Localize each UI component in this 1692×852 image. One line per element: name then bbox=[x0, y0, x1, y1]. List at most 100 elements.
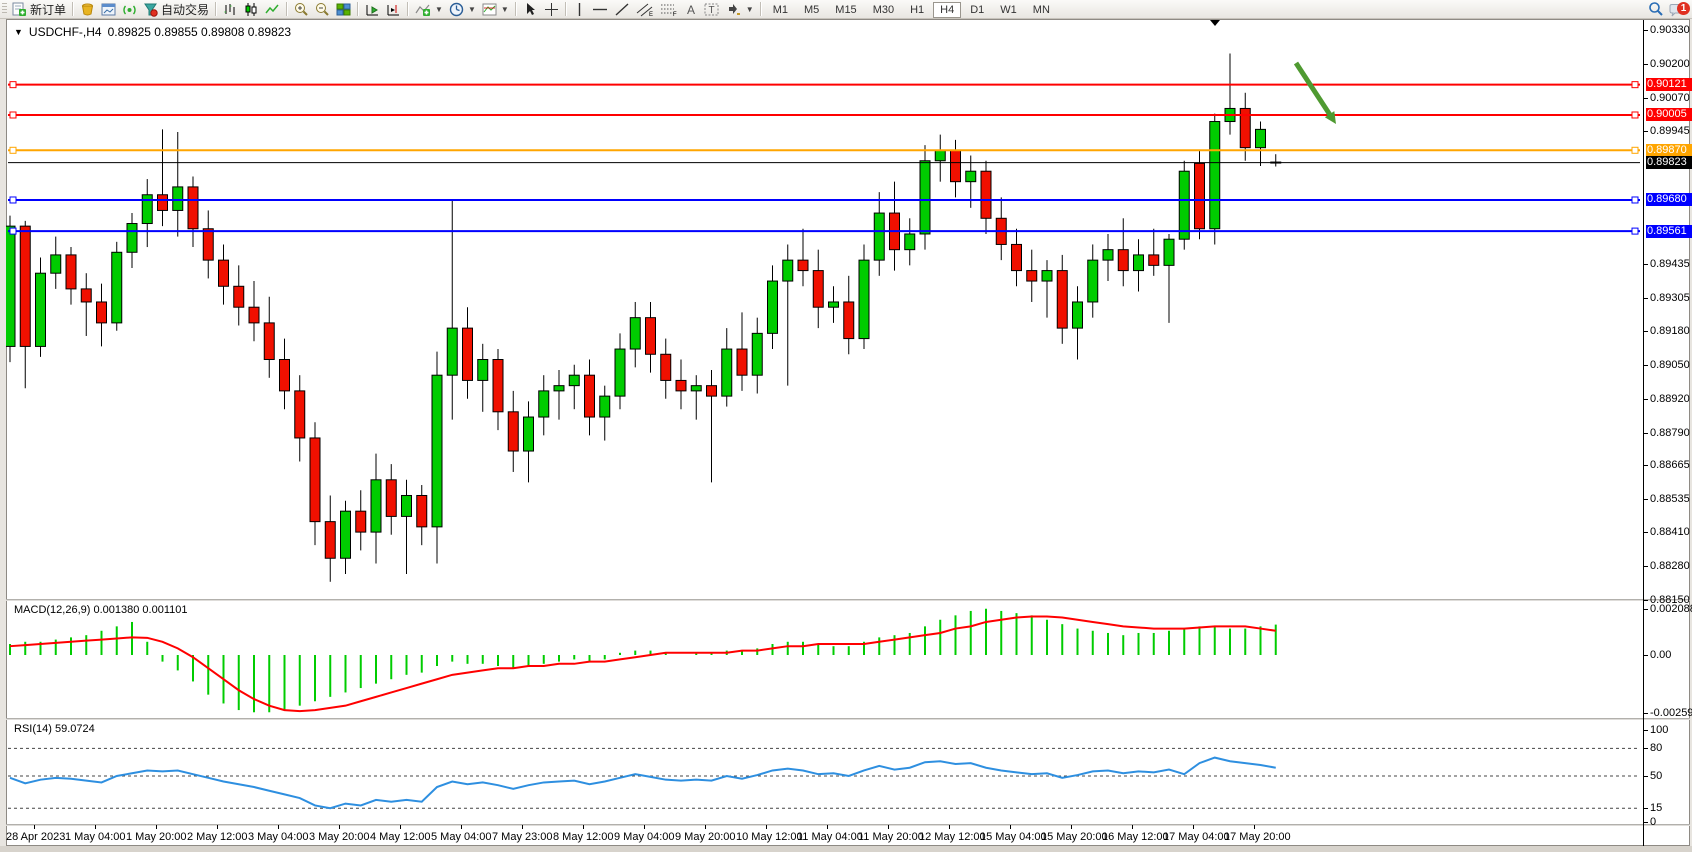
tile-windows-button[interactable] bbox=[333, 0, 354, 18]
toolbar-separator bbox=[286, 2, 288, 16]
timeframe-button-H4[interactable]: H4 bbox=[933, 2, 961, 18]
tick-chart-button[interactable] bbox=[77, 0, 98, 18]
zoom-in-button[interactable] bbox=[291, 0, 312, 18]
candle bbox=[1149, 255, 1159, 265]
line-anchor-handle[interactable] bbox=[1632, 197, 1638, 203]
candle bbox=[295, 391, 305, 438]
candlestick-chart-button[interactable] bbox=[241, 0, 262, 18]
text-label-tool[interactable]: T bbox=[701, 0, 723, 18]
horizontal-line-tool[interactable] bbox=[589, 0, 611, 18]
candle bbox=[874, 213, 884, 260]
timeframe-button-M15[interactable]: M15 bbox=[828, 2, 863, 18]
text-tool[interactable]: A bbox=[681, 0, 701, 18]
timeframe-button-M30[interactable]: M30 bbox=[866, 2, 901, 18]
candle bbox=[646, 318, 656, 355]
axis-tick-mark bbox=[1644, 748, 1648, 749]
notification-badge[interactable]: 1 bbox=[1677, 2, 1690, 15]
time-tick-mark bbox=[522, 825, 523, 829]
price-tick-label: 0.88410 bbox=[1650, 526, 1690, 538]
candle bbox=[1210, 122, 1220, 229]
annotation-arrow[interactable] bbox=[1296, 63, 1332, 117]
price-tick-label: 0.002088 bbox=[1650, 603, 1692, 615]
price-line-label: 0.89823 bbox=[1646, 156, 1692, 169]
candle bbox=[615, 349, 625, 396]
arrows-tool-button[interactable]: ▼ bbox=[723, 0, 757, 18]
indicators-button[interactable]: ▼ bbox=[412, 0, 446, 18]
timeframe-button-H1[interactable]: H1 bbox=[903, 2, 931, 18]
line-anchor-handle[interactable] bbox=[10, 228, 16, 234]
templates-icon bbox=[482, 2, 497, 17]
main-chart-pane[interactable] bbox=[6, 20, 1643, 599]
line-anchor-handle[interactable] bbox=[10, 112, 16, 118]
timeframe-button-W1[interactable]: W1 bbox=[993, 2, 1024, 18]
candle bbox=[1042, 271, 1052, 281]
candle bbox=[1195, 163, 1205, 228]
candle bbox=[798, 260, 808, 270]
chart-shift-button[interactable] bbox=[383, 0, 404, 18]
line-anchor-handle[interactable] bbox=[1632, 82, 1638, 88]
candle bbox=[691, 386, 701, 391]
rsi-pane[interactable] bbox=[6, 720, 1643, 824]
candle bbox=[600, 396, 610, 417]
market-window-button[interactable] bbox=[98, 0, 119, 18]
zoom-out-button[interactable] bbox=[312, 0, 333, 18]
price-tick-label: -0.002597 bbox=[1650, 707, 1692, 719]
price-tick-label: 50 bbox=[1650, 770, 1662, 782]
axis-tick-mark bbox=[1644, 566, 1648, 567]
crosshair-tool-button[interactable] bbox=[541, 0, 562, 18]
time-axis[interactable]: 28 Apr 20231 May 04:001 May 20:002 May 1… bbox=[6, 825, 1643, 846]
bar-chart-button[interactable] bbox=[220, 0, 241, 18]
new-order-button[interactable]: 新订单 bbox=[9, 0, 69, 18]
timeframe-button-MN[interactable]: MN bbox=[1026, 2, 1057, 18]
time-tick-mark bbox=[705, 825, 706, 829]
time-tick-mark bbox=[888, 825, 889, 829]
periods-button[interactable]: ▼ bbox=[446, 0, 479, 18]
auto-scroll-button[interactable] bbox=[362, 0, 383, 18]
line-anchor-handle[interactable] bbox=[10, 197, 16, 203]
price-axis[interactable]: 0.903300.902000.900700.899450.894350.893… bbox=[1644, 19, 1692, 846]
auto-trading-button[interactable]: 自动交易 bbox=[140, 0, 212, 18]
arrows-tool-icon bbox=[726, 2, 742, 17]
line-anchor-handle[interactable] bbox=[1632, 228, 1638, 234]
text-label-icon: T bbox=[704, 2, 720, 17]
vertical-line-tool[interactable] bbox=[570, 0, 589, 18]
price-tick-label: 0.89305 bbox=[1650, 292, 1690, 304]
indicators-icon bbox=[415, 2, 431, 17]
candle bbox=[768, 281, 778, 333]
timeframe-button-M5[interactable]: M5 bbox=[797, 2, 826, 18]
search-icon[interactable] bbox=[1648, 1, 1664, 20]
toolbar-separator bbox=[215, 2, 217, 16]
line-anchor-handle[interactable] bbox=[10, 147, 16, 153]
axis-tick-mark bbox=[1644, 465, 1648, 466]
line-anchor-handle[interactable] bbox=[10, 82, 16, 88]
candle bbox=[371, 480, 381, 532]
signals-button[interactable] bbox=[119, 0, 140, 18]
macd-pane[interactable] bbox=[6, 601, 1643, 718]
cursor-tool-button[interactable] bbox=[520, 0, 541, 18]
timeframe-button-D1[interactable]: D1 bbox=[963, 2, 991, 18]
line-anchor-handle[interactable] bbox=[1632, 112, 1638, 118]
candles-chart-icon bbox=[244, 2, 259, 17]
fibonacci-tool[interactable]: F bbox=[657, 0, 681, 18]
candle bbox=[1057, 271, 1067, 329]
time-tick-label: 10 May 12:00 bbox=[736, 831, 803, 843]
candle bbox=[249, 307, 259, 323]
chat-bubble-icon[interactable]: 1 bbox=[1668, 3, 1688, 19]
templates-button[interactable]: ▼ bbox=[479, 0, 512, 18]
time-tick-label: 17 May 20:00 bbox=[1224, 831, 1291, 843]
toolbar-drag-handle[interactable] bbox=[2, 3, 7, 15]
timeframe-button-M1[interactable]: M1 bbox=[766, 2, 795, 18]
axis-tick-mark bbox=[1644, 600, 1648, 601]
time-tick-label: 8 May 12:00 bbox=[553, 831, 614, 843]
trendline-tool[interactable] bbox=[611, 0, 633, 18]
time-tick-mark bbox=[1071, 825, 1072, 829]
time-tick-mark bbox=[1010, 825, 1011, 829]
candle bbox=[341, 511, 351, 558]
axis-tick-mark bbox=[1644, 713, 1648, 714]
time-tick-label: 15 May 20:00 bbox=[1041, 831, 1108, 843]
line-anchor-handle[interactable] bbox=[1632, 147, 1638, 153]
time-tick-label: 1 May 04:00 bbox=[65, 831, 126, 843]
candle bbox=[402, 495, 412, 516]
line-chart-button[interactable] bbox=[262, 0, 283, 18]
equidistant-channel-tool[interactable]: E bbox=[633, 0, 657, 18]
